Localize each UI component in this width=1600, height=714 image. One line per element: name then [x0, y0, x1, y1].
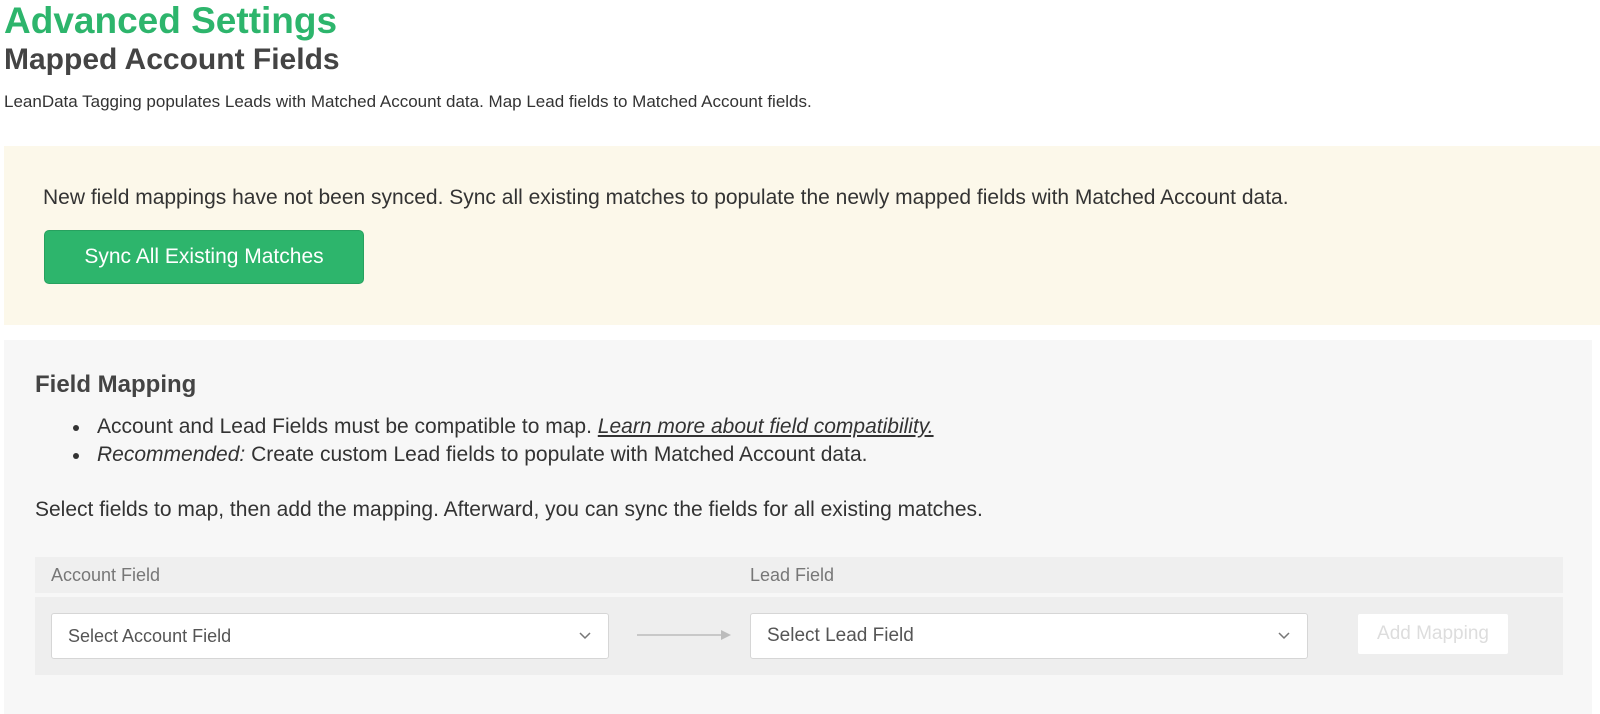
chevron-down-icon: [1278, 632, 1290, 640]
sync-notice-banner: New field mappings have not been synced.…: [4, 146, 1600, 325]
page: Advanced Settings Mapped Account Fields …: [0, 0, 1600, 714]
field-mapping-notes: Account and Lead Fields must be compatib…: [35, 413, 934, 469]
page-title: Advanced Settings: [4, 0, 338, 41]
lead-field-placeholder: Select Lead Field: [767, 625, 914, 646]
field-mapping-instructions: Select fields to map, then add the mappi…: [35, 498, 983, 521]
field-mapping-panel: Field Mapping Account and Lead Fields mu…: [4, 340, 1592, 714]
column-header-lead-field: Lead Field: [750, 565, 835, 585]
section-title: Mapped Account Fields: [4, 43, 340, 76]
chevron-down-icon: [579, 632, 591, 640]
account-field-placeholder: Select Account Field: [68, 626, 232, 646]
compatibility-note: Account and Lead Fields must be compatib…: [97, 415, 598, 438]
account-field-select[interactable]: Select Account Field: [51, 613, 609, 659]
sync-all-existing-matches-button[interactable]: Sync All Existing Matches: [44, 230, 364, 284]
mapping-table-header: Account Field Lead Field: [35, 557, 1563, 593]
lead-field-select[interactable]: Select Lead Field: [750, 613, 1308, 659]
mapping-input-row: Select Account Field Select Lead Field A…: [35, 597, 1563, 675]
recommended-label: Recommended:: [97, 443, 246, 466]
list-item: Recommended: Create custom Lead fields t…: [35, 441, 934, 469]
column-header-account-field: Account Field: [51, 565, 161, 585]
section-description: LeanData Tagging populates Leads with Ma…: [4, 92, 812, 111]
arrow-right-icon: [637, 630, 731, 640]
list-item: Account and Lead Fields must be compatib…: [35, 413, 934, 441]
sync-notice-message: New field mappings have not been synced.…: [43, 186, 1289, 209]
add-mapping-button[interactable]: Add Mapping: [1357, 613, 1509, 655]
field-mapping-title: Field Mapping: [35, 371, 197, 398]
recommended-note: Create custom Lead fields to populate wi…: [245, 443, 868, 466]
field-compatibility-link[interactable]: Learn more about field compatibility.: [598, 415, 934, 438]
